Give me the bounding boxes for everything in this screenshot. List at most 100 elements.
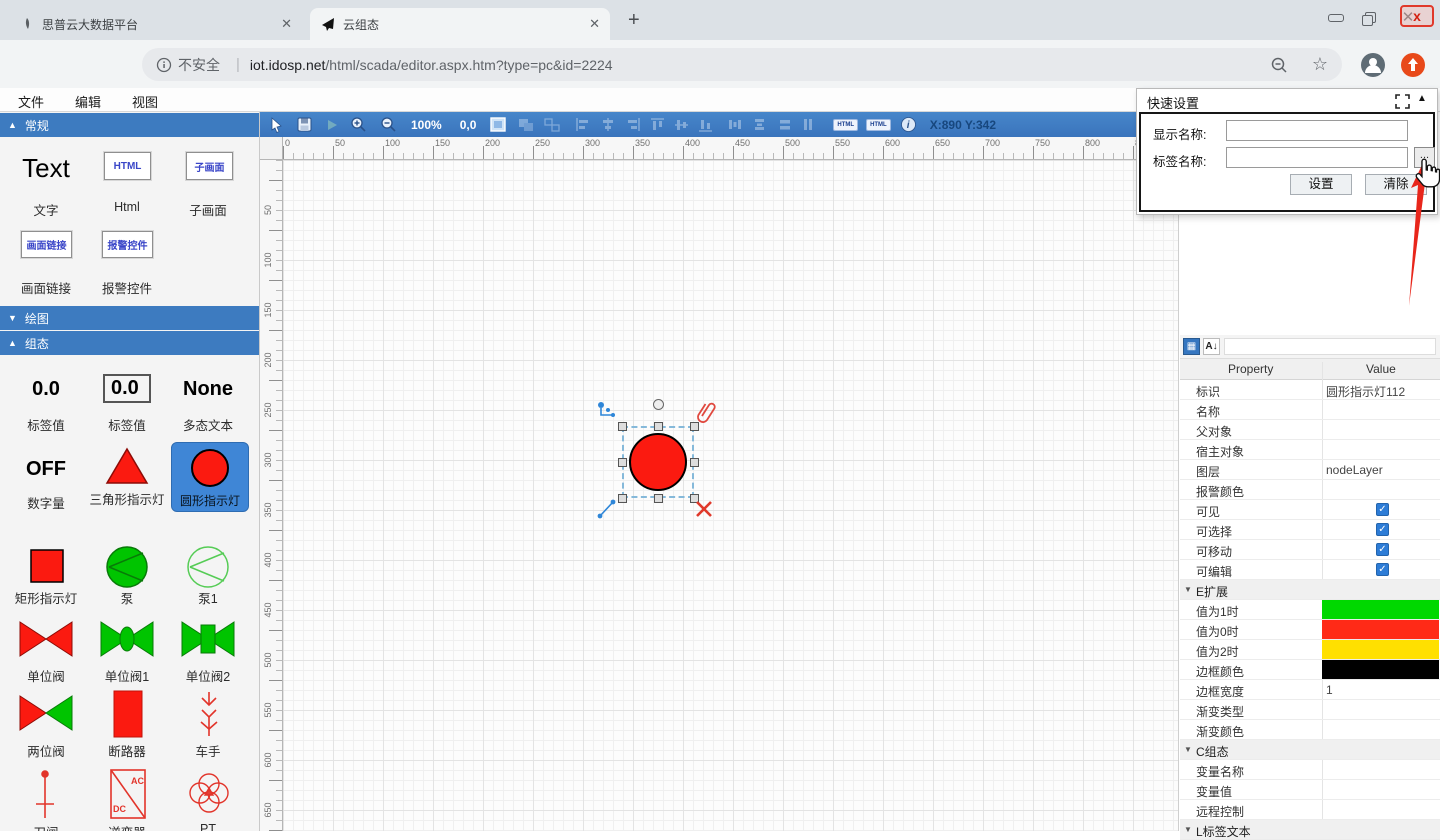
palette-item-tagvalue2-preview[interactable]: 0.0 [103,374,151,403]
valve2-icon[interactable] [180,620,236,658]
link-line-icon[interactable] [597,498,617,520]
ungroup-icon[interactable] [544,115,560,135]
tag-browse-button[interactable]: ... [1414,147,1435,168]
profile-avatar-icon[interactable] [1360,52,1386,78]
palette-item-text-preview[interactable]: Text [6,153,86,184]
palette-section-general[interactable]: ▲ 常规 [0,113,259,137]
zoom-in-icon[interactable] [350,115,367,135]
pump-icon[interactable] [105,545,149,589]
save-icon[interactable] [297,115,312,135]
resize-handle-w[interactable] [618,458,627,467]
palette-section-scada[interactable]: ▲ 组态 [0,331,259,355]
set-button[interactable]: 设置 [1290,174,1352,195]
align-middle-icon[interactable] [675,115,688,135]
distribute-v-icon[interactable] [753,115,767,135]
zoom-out-icon[interactable] [380,115,397,135]
color-swatch[interactable] [1322,620,1439,639]
property-row[interactable]: 变量名称 [1180,760,1440,780]
resize-handle-e[interactable] [690,458,699,467]
property-filter-input[interactable] [1224,338,1436,355]
resize-handle-s[interactable] [654,494,663,503]
property-row[interactable]: 值为0时 [1180,620,1440,640]
html-export-icon[interactable]: HTML [833,119,858,131]
color-swatch[interactable] [1322,640,1439,659]
color-swatch[interactable] [1322,660,1439,679]
property-group-row[interactable]: ▼E扩展 [1180,580,1440,600]
delete-x-icon[interactable] [695,500,713,518]
inverter-icon[interactable]: ACDC [109,768,147,820]
property-row[interactable]: 边框颜色 [1180,660,1440,680]
property-row[interactable]: 远程控制 [1180,800,1440,820]
property-row[interactable]: 可编辑✓ [1180,560,1440,580]
checkbox-checked-icon[interactable]: ✓ [1376,563,1389,576]
align-top-icon[interactable] [651,115,664,135]
color-swatch[interactable] [1322,600,1439,619]
property-row[interactable]: 可见✓ [1180,500,1440,520]
menu-file[interactable]: 文件 [18,92,44,111]
handcart-icon[interactable] [190,690,228,738]
tag-name-input[interactable] [1226,147,1408,168]
palette-item-tagvalue-preview[interactable]: 0.0 [6,378,86,401]
sort-az-button[interactable]: A↓ [1203,338,1220,355]
tab1-close-icon[interactable]: ✕ [281,16,292,32]
rotate-handle[interactable] [653,399,664,410]
canvas-grid[interactable] [283,160,1178,831]
select-cursor-icon[interactable] [270,115,283,135]
browser-tab-1[interactable]: 思普云大数据平台 ✕ [10,8,302,40]
rect-indicator-icon[interactable] [29,548,65,584]
palette-item-digital-preview[interactable]: OFF [6,458,86,481]
palette-section-drawing[interactable]: ▼ 绘图 [0,306,259,330]
valve1-icon[interactable] [99,620,155,658]
display-name-input[interactable] [1226,120,1408,141]
property-group-row[interactable]: ▼L标签文本 [1180,820,1440,840]
checkbox-checked-icon[interactable]: ✓ [1376,503,1389,516]
group-icon[interactable] [518,115,534,135]
info-icon[interactable] [156,57,172,73]
align-center-icon[interactable] [601,115,615,135]
canvas-settings-icon[interactable] [490,115,506,135]
run-icon[interactable] [326,115,338,135]
property-row[interactable]: 值为1时 [1180,600,1440,620]
palette-item-circle-indicator-selected[interactable]: 圆形指示灯 [171,442,249,512]
property-row[interactable]: 可移动✓ [1180,540,1440,560]
checkbox-checked-icon[interactable]: ✓ [1376,543,1389,556]
align-left-icon[interactable] [576,115,590,135]
tab2-close-icon[interactable]: ✕ [589,16,600,32]
triangle-indicator-icon[interactable] [105,446,149,486]
align-bottom-icon[interactable] [699,115,712,135]
property-group-row[interactable]: ▼C组态 [1180,740,1440,760]
palette-item-html-preview[interactable]: HTML [104,152,151,180]
design-canvas[interactable]: 050 100150 200250 300350 400450 500550 6… [260,137,1178,831]
checkbox-checked-icon[interactable]: ✓ [1376,523,1389,536]
property-row[interactable]: 边框宽度1 [1180,680,1440,700]
property-row[interactable]: 渐变类型 [1180,700,1440,720]
palette-item-multitext-preview[interactable]: None [168,378,248,401]
menu-edit[interactable]: 编辑 [75,92,101,111]
pt-transformer-icon[interactable] [186,770,232,816]
property-row[interactable]: 值为2时 [1180,640,1440,660]
address-bar[interactable]: 不安全 | iot.idosp.net /html/scada/editor.a… [142,48,1342,81]
property-row[interactable]: 报警颜色 [1180,480,1440,500]
palette-item-alarm-preview[interactable]: 报警控件 [102,231,153,258]
browser-tab-2[interactable]: 云组态 ✕ [310,8,610,40]
bookmark-star-icon[interactable]: ☆ [1312,54,1328,75]
property-row[interactable]: 变量值 [1180,780,1440,800]
resize-handle-sw[interactable] [618,494,627,503]
valve-icon[interactable] [18,620,74,658]
knife-switch-icon[interactable] [32,768,58,822]
breaker-icon[interactable] [113,690,143,738]
property-row[interactable]: 宿主对象 [1180,440,1440,460]
browser-update-icon[interactable] [1400,52,1426,78]
pause-icon[interactable] [803,115,813,135]
resize-handle-nw[interactable] [618,422,627,431]
property-row[interactable]: 可选择✓ [1180,520,1440,540]
dock-icon[interactable] [1395,94,1410,109]
align-right-icon[interactable] [626,115,640,135]
resize-handle-n[interactable] [654,422,663,431]
palette-item-subscreen-preview[interactable]: 子画面 [186,152,233,180]
property-row[interactable]: 名称 [1180,400,1440,420]
window-minimize-button[interactable] [1322,8,1350,28]
same-size-icon[interactable] [778,115,792,135]
pump1-icon[interactable] [186,545,230,589]
property-row[interactable]: 标识圆形指示灯112 [1180,380,1440,400]
